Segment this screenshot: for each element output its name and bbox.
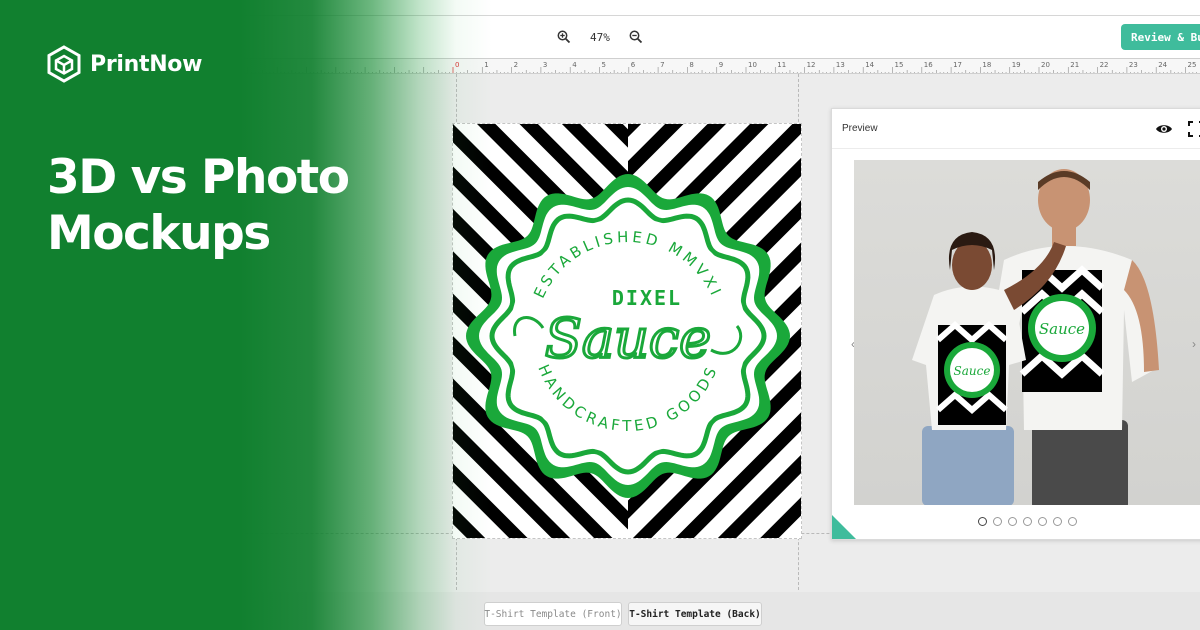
tab-tshirt-back[interactable]: T-Shirt Template (Back) [628, 602, 762, 626]
design-editor: 47% Review & Buy 01234567891011121314151… [0, 0, 1200, 630]
brand-name: PrintNow [90, 51, 203, 77]
headline-line-1: 3D vs Photo [47, 150, 350, 205]
ghost-menu-item: Layers [48, 268, 79, 279]
design-artwork: ESTABLISHED MMVXI HANDCRAFTED GOODS DIXE… [453, 124, 801, 538]
corner-resize-handle[interactable] [832, 515, 856, 539]
ruler-label: 15 [895, 61, 904, 69]
badge-script-word: Sauce [545, 307, 711, 370]
headline: 3D vs Photo Mockups [47, 150, 427, 262]
ruler-label: 4 [572, 61, 577, 69]
ruler-label: 19 [1012, 61, 1021, 69]
carousel-dot[interactable] [1023, 517, 1032, 526]
design-canvas[interactable]: ESTABLISHED MMVXI HANDCRAFTED GOODS DIXE… [452, 123, 802, 539]
ruler-label: 12 [807, 61, 816, 69]
ruler-label: 16 [924, 61, 933, 69]
ghost-menu-file: File [38, 25, 55, 36]
ruler-label: 13 [836, 61, 845, 69]
ruler-label: 7 [660, 61, 664, 69]
preview-header: Preview [832, 109, 1200, 149]
carousel-dot[interactable] [1038, 517, 1047, 526]
ruler-label: 17 [953, 61, 962, 69]
ruler-label: 24 [1158, 61, 1167, 69]
ruler-label: 14 [865, 61, 874, 69]
ruler-label: 3 [543, 61, 547, 69]
mockup-illustration: Sauce Sauce [912, 169, 1159, 505]
ruler-label: 25 [1188, 61, 1197, 69]
ruler-label: 18 [982, 61, 991, 69]
ghost-menu-item: Themes [48, 300, 85, 311]
ruler-label: 8 [689, 61, 693, 69]
carousel-dot[interactable] [1068, 517, 1077, 526]
carousel-dot[interactable] [993, 517, 1002, 526]
tab-tshirt-front[interactable]: T-Shirt Template (Front) [484, 602, 622, 626]
ruler-label: 6 [631, 61, 636, 69]
preview-title: Preview [842, 123, 878, 134]
ruler-label: 11 [777, 61, 786, 69]
eye-icon[interactable] [1155, 121, 1173, 137]
woman-print-text: Sauce [954, 364, 991, 378]
ruler-label: 1 [484, 61, 488, 69]
carousel-dot[interactable] [1053, 517, 1062, 526]
mockup-photo: Sauce Sauce [854, 160, 1200, 505]
zoom-out-icon[interactable] [624, 25, 648, 49]
woman-shirt-print: Sauce [936, 320, 1008, 425]
review-buy-button[interactable]: Review & Buy [1121, 24, 1200, 50]
cube-hexagon-icon [47, 45, 81, 83]
ruler-label: 9 [719, 61, 723, 69]
fullscreen-icon[interactable] [1188, 121, 1200, 137]
headline-line-2: Mockups [47, 206, 271, 261]
carousel-dot[interactable] [978, 517, 987, 526]
ruler-label: 2 [514, 61, 518, 69]
carousel-dots [978, 517, 1077, 526]
man-print-text: Sauce [1039, 320, 1085, 338]
ruler-label: 20 [1041, 61, 1050, 69]
zoom-in-icon[interactable] [552, 25, 576, 49]
preview-panel: Preview ‹ Sauce Sauce › [831, 108, 1200, 540]
template-tabs: T-Shirt Template (Front) T-Shirt Templat… [0, 592, 1200, 630]
zoom-level: 47% [590, 30, 610, 44]
carousel-dot[interactable] [1008, 517, 1017, 526]
brand-logo: PrintNow [47, 45, 202, 83]
ruler-label: 5 [602, 61, 606, 69]
ruler-label: 0 [455, 61, 459, 69]
ruler-label: 22 [1100, 61, 1109, 69]
chevron-right-icon[interactable]: › [1192, 337, 1196, 351]
ruler-label: 10 [748, 61, 757, 69]
ruler-label: 23 [1129, 61, 1138, 69]
ruler-label: 21 [1070, 61, 1079, 69]
top-bar [0, 0, 1200, 16]
zoom-controls: 47% [552, 25, 648, 49]
